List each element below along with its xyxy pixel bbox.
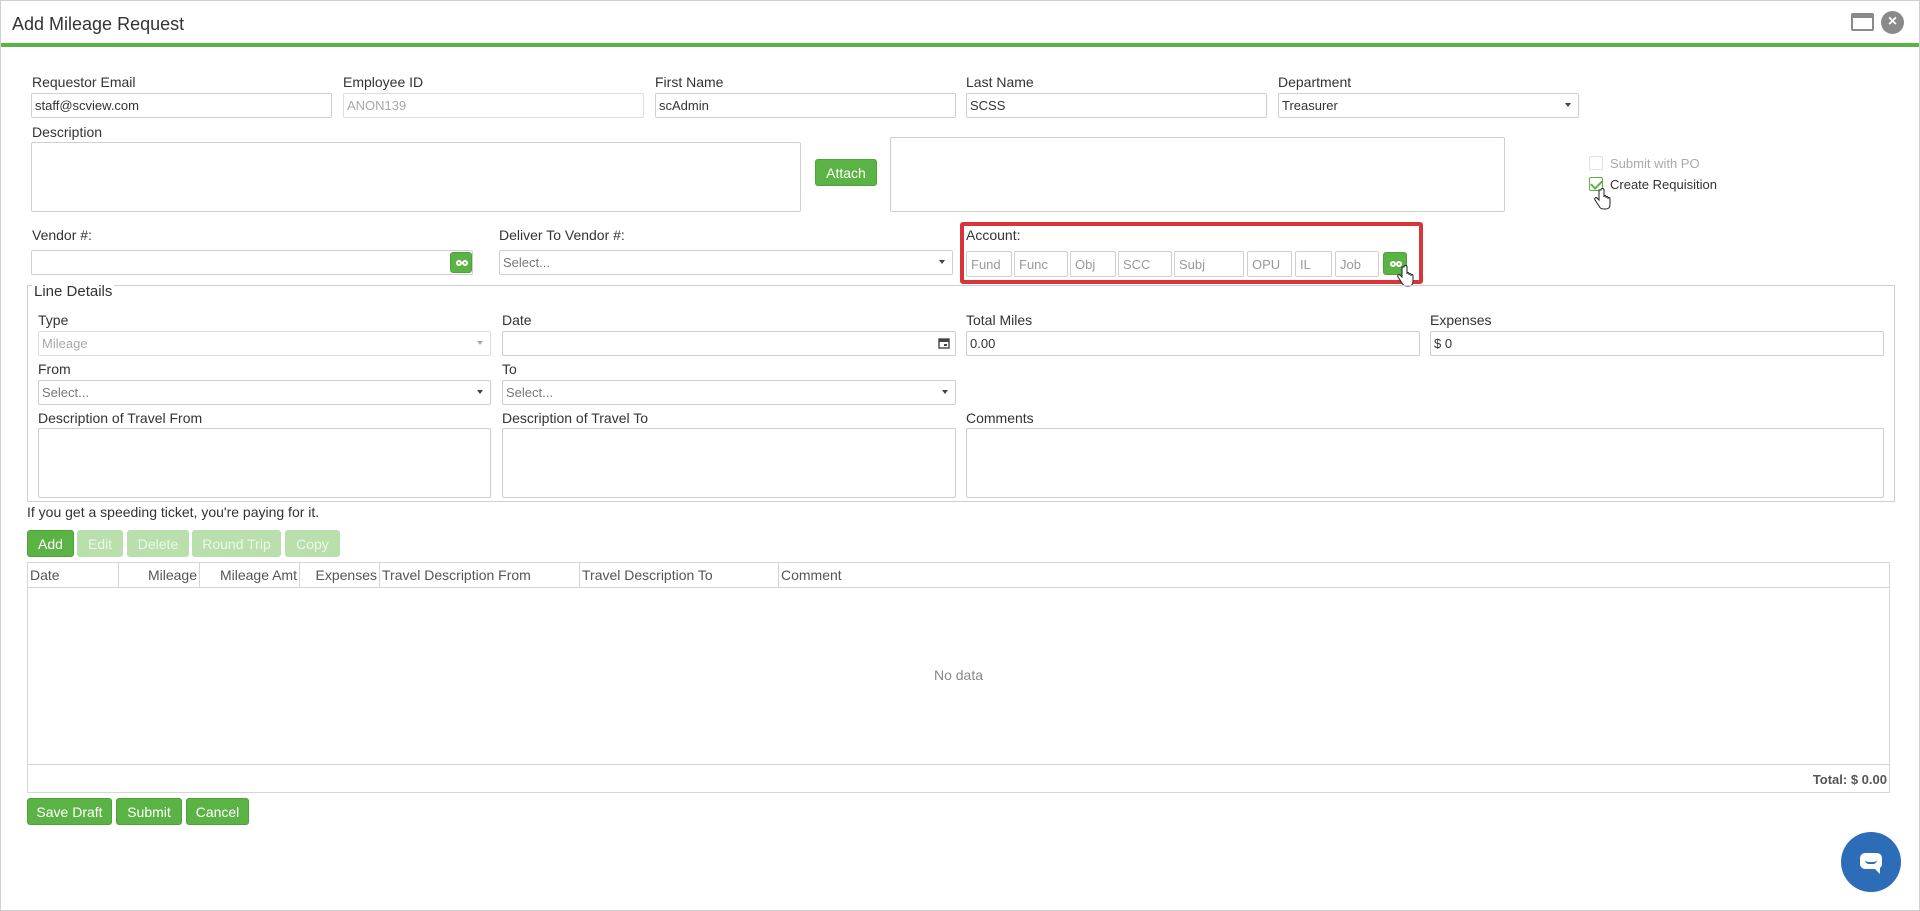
- date-field[interactable]: [502, 331, 956, 356]
- deliver-to-vendor-placeholder: Select...: [503, 255, 550, 270]
- requestor-email-label: Requestor Email: [32, 74, 136, 90]
- total-miles-label: Total Miles: [966, 312, 1033, 328]
- close-icon: ×: [1887, 13, 1898, 30]
- chevron-down-icon: [477, 390, 483, 394]
- column-header-mileage[interactable]: Mileage: [119, 563, 200, 588]
- delete-line-button[interactable]: Delete: [127, 530, 189, 557]
- column-header-date[interactable]: Date: [28, 563, 119, 588]
- vendor-label: Vendor #:: [32, 227, 92, 243]
- submit-with-po-label: Submit with PO: [1610, 156, 1700, 171]
- column-header-travel-from[interactable]: Travel Description From: [380, 563, 580, 588]
- grid-footer: Total: $ 0.00: [28, 764, 1889, 793]
- maximize-button[interactable]: [1850, 11, 1875, 33]
- line-items-grid: Date Mileage Mileage Amt Expenses Travel…: [27, 562, 1890, 793]
- chat-icon: [1860, 853, 1882, 874]
- to-placeholder: Select...: [506, 385, 553, 400]
- column-header-expenses[interactable]: Expenses: [300, 563, 380, 588]
- employee-id-label: Employee ID: [343, 74, 424, 90]
- submit-with-po-checkbox[interactable]: [1589, 156, 1603, 170]
- desc-travel-to-label: Description of Travel To: [502, 410, 649, 426]
- column-header-comment[interactable]: Comment: [779, 563, 1889, 588]
- mileage-request-dialog: Add Mileage Request × Requestor Email st…: [0, 0, 1920, 911]
- attachments-box: [890, 137, 1505, 212]
- copy-line-button[interactable]: Copy: [285, 530, 340, 557]
- requestor-email-field[interactable]: staff@scview.com: [31, 93, 332, 118]
- to-select[interactable]: Select...: [502, 380, 956, 405]
- date-label: Date: [502, 312, 532, 328]
- hand-cursor-icon: [1594, 188, 1611, 210]
- hand-cursor-icon: [1397, 265, 1414, 287]
- comments-textarea[interactable]: [966, 428, 1884, 498]
- first-name-label: First Name: [655, 74, 724, 90]
- description-textarea[interactable]: [31, 142, 801, 212]
- deliver-to-vendor-label: Deliver To Vendor #:: [499, 227, 625, 243]
- add-line-button[interactable]: Add: [27, 530, 74, 557]
- column-header-travel-to[interactable]: Travel Description To: [580, 563, 779, 588]
- round-trip-button[interactable]: Round Trip: [192, 530, 281, 557]
- cancel-button[interactable]: Cancel: [186, 798, 249, 825]
- chevron-down-icon: [942, 390, 948, 394]
- chevron-down-icon: [477, 341, 483, 345]
- vendor-field[interactable]: [31, 250, 473, 275]
- desc-travel-to-textarea[interactable]: [502, 428, 956, 498]
- chevron-down-icon: [939, 260, 945, 264]
- department-select[interactable]: Treasurer: [1278, 93, 1579, 118]
- type-label: Type: [38, 312, 69, 328]
- description-label: Description: [32, 124, 103, 140]
- binoculars-icon: [456, 259, 468, 267]
- create-requisition-label: Create Requisition: [1610, 177, 1717, 192]
- speeding-ticket-notice: If you get a speeding ticket, you're pay…: [27, 504, 320, 520]
- employee-id-field: ANON139: [343, 93, 644, 118]
- comments-label: Comments: [966, 410, 1034, 426]
- last-name-field[interactable]: SCSS: [966, 93, 1267, 118]
- first-name-field[interactable]: scAdmin: [655, 93, 956, 118]
- from-select[interactable]: Select...: [38, 380, 491, 405]
- department-value: Treasurer: [1282, 98, 1338, 113]
- department-label: Department: [1278, 74, 1352, 90]
- chevron-down-icon: [1565, 103, 1571, 107]
- titlebar: Add Mileage Request ×: [1, 1, 1919, 47]
- grid-header: Date Mileage Mileage Amt Expenses Travel…: [28, 563, 1889, 588]
- last-name-label: Last Name: [966, 74, 1034, 90]
- dialog-title: Add Mileage Request: [12, 14, 185, 34]
- expenses-label: Expenses: [1430, 312, 1492, 328]
- from-label: From: [38, 361, 71, 377]
- total-miles-field[interactable]: 0.00: [966, 331, 1420, 356]
- vendor-lookup-button[interactable]: [450, 252, 472, 273]
- maximize-icon: [1851, 13, 1874, 31]
- grid-total: Total: $ 0.00: [1812, 772, 1887, 787]
- type-value: Mileage: [42, 336, 88, 351]
- type-select: Mileage: [38, 331, 491, 356]
- from-placeholder: Select...: [42, 385, 89, 400]
- to-label: To: [502, 361, 517, 377]
- chat-widget-button[interactable]: [1841, 832, 1901, 892]
- deliver-to-vendor-select[interactable]: Select...: [499, 250, 953, 275]
- edit-line-button[interactable]: Edit: [77, 530, 123, 557]
- grid-empty-text: No data: [933, 667, 984, 683]
- desc-travel-from-textarea[interactable]: [38, 428, 491, 498]
- expenses-field[interactable]: $ 0: [1430, 331, 1884, 356]
- save-draft-button[interactable]: Save Draft: [27, 798, 112, 825]
- column-header-mileage-amt[interactable]: Mileage Amt: [200, 563, 300, 588]
- account-highlight-box: [960, 222, 1423, 284]
- line-details-legend: Line Details: [32, 283, 115, 300]
- calendar-icon[interactable]: [938, 337, 950, 349]
- attach-button[interactable]: Attach: [815, 159, 877, 186]
- submit-button[interactable]: Submit: [116, 798, 182, 825]
- close-button[interactable]: ×: [1881, 11, 1904, 34]
- desc-travel-from-label: Description of Travel From: [38, 410, 203, 426]
